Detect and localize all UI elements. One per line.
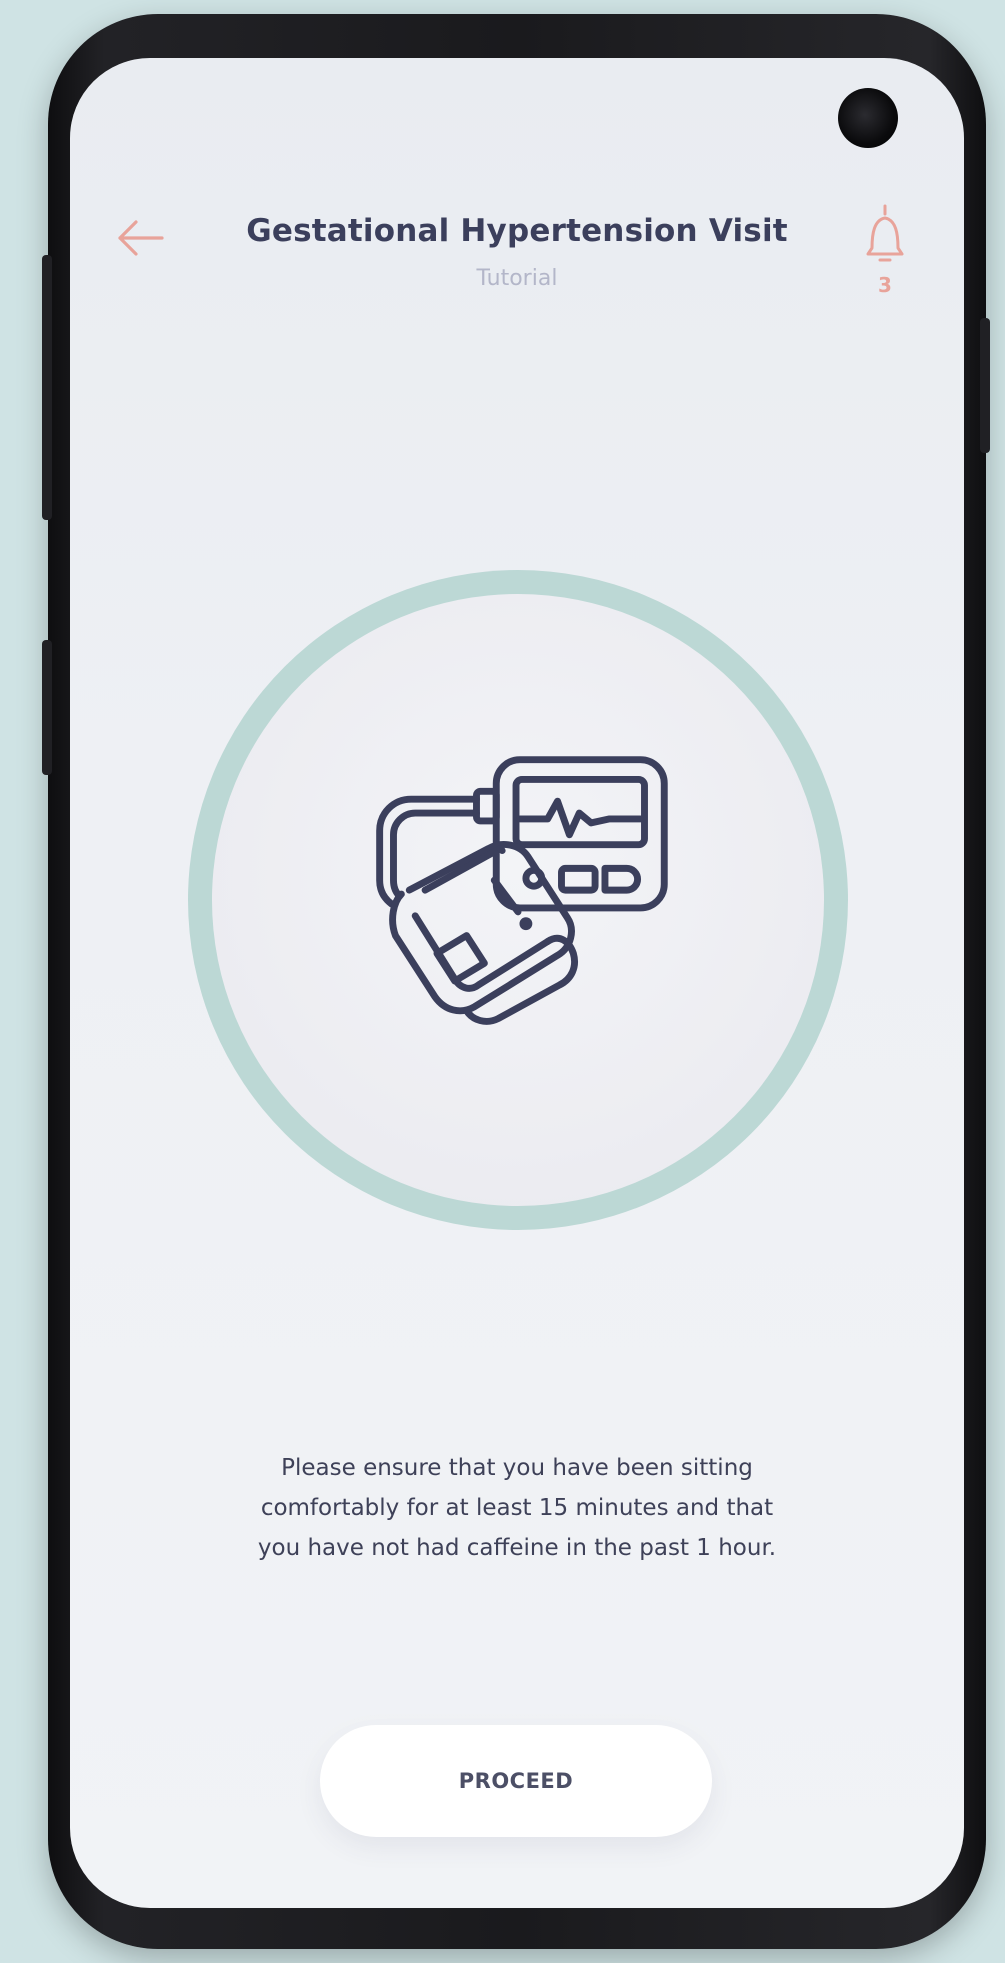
proceed-button-label: PROCEED xyxy=(458,1769,574,1793)
volume-button xyxy=(42,255,52,520)
power-button xyxy=(980,318,990,453)
proceed-button[interactable]: PROCEED xyxy=(320,1725,712,1837)
notification-count-badge: 3 xyxy=(878,273,892,297)
bixby-button xyxy=(42,640,52,775)
illustration-circle xyxy=(212,594,824,1206)
notifications-button[interactable]: 3 xyxy=(860,198,910,318)
front-camera xyxy=(838,88,898,148)
page-title: Gestational Hypertension Visit xyxy=(246,213,788,249)
blood-pressure-monitor-icon xyxy=(376,756,668,1025)
app-screen: Gestational Hypertension Visit Tutorial … xyxy=(70,58,964,1908)
page-subtitle: Tutorial xyxy=(476,266,558,291)
bell-icon xyxy=(866,204,904,262)
illustration-ring xyxy=(188,570,848,1230)
instruction-text: Please ensure that you have been sitting… xyxy=(257,1455,777,1561)
